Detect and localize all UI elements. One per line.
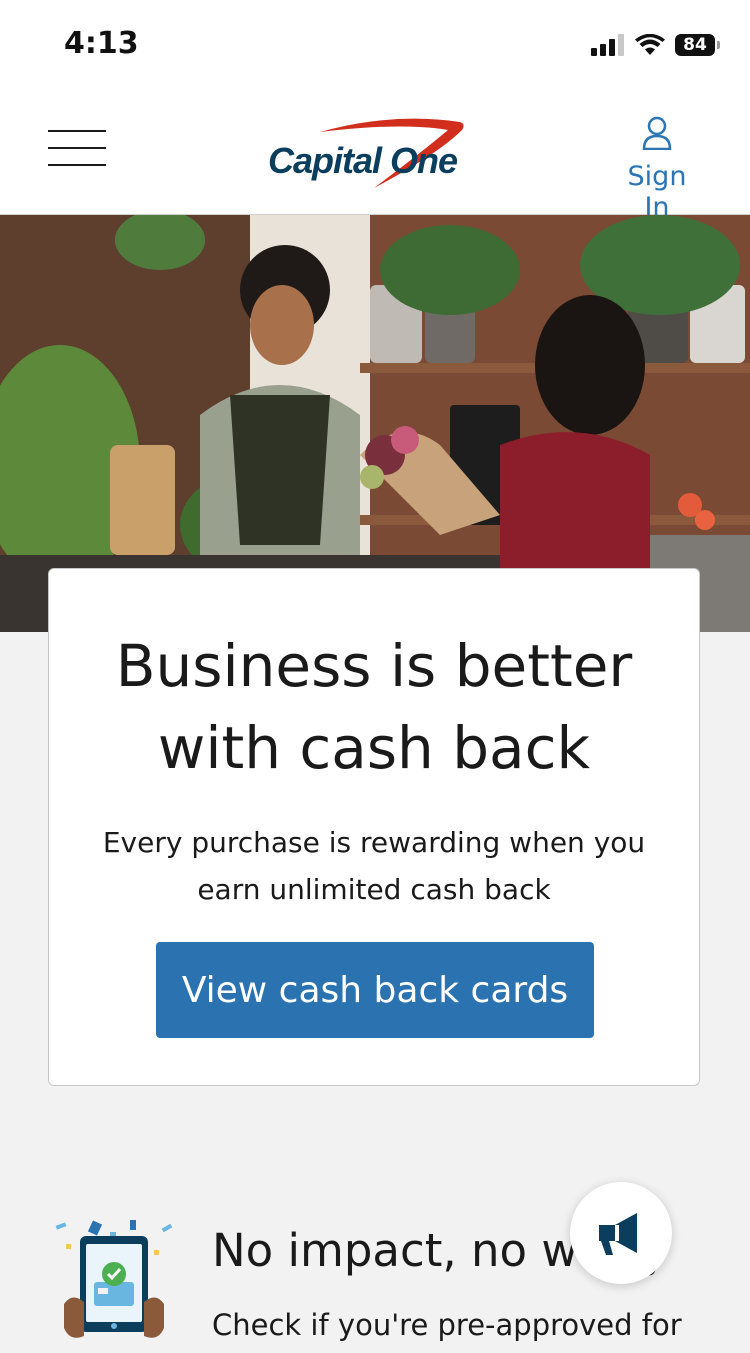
sign-in-button[interactable]: Sign In (612, 116, 702, 223)
status-time: 4:13 (64, 26, 139, 61)
status-bar: 4:13 84 (0, 0, 750, 90)
battery-level: 84 (675, 34, 715, 56)
cellular-signal-icon (591, 34, 624, 56)
wifi-icon (635, 34, 665, 55)
hamburger-menu-icon[interactable] (48, 130, 106, 170)
capital-one-logo[interactable]: Capital One (262, 114, 472, 194)
phone-approval-icon (50, 1218, 178, 1348)
promo-title: Business is better with cash back (115, 632, 633, 782)
site-header: Capital One Sign In (0, 90, 750, 223)
battery-cap (717, 41, 720, 49)
megaphone-icon (599, 1213, 637, 1255)
battery-icon: 84 (675, 34, 720, 56)
promo-subtitle: Every purchase is rewarding when you ear… (102, 826, 646, 906)
sign-in-label: Sign In (627, 161, 687, 223)
logo-text: Capital One (268, 140, 458, 181)
user-icon (642, 116, 672, 151)
feature-description: Check if you're pre-approved for (212, 1308, 682, 1342)
status-icons: 84 (591, 30, 720, 60)
promo-card: Business is better with cash back Every … (48, 568, 700, 1086)
feedback-button[interactable] (570, 1182, 672, 1284)
view-cash-back-cards-button[interactable]: View cash back cards (156, 942, 594, 1038)
